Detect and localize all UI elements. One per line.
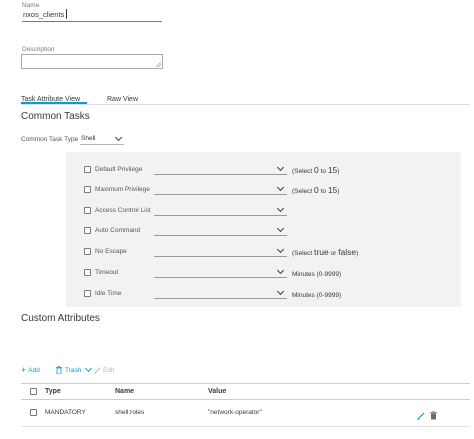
task-hint: (Select 0 to 15) — [292, 185, 339, 195]
plus-icon: + — [21, 364, 27, 375]
edit-label: Edit — [103, 366, 115, 374]
hint-part: (Select — [292, 168, 315, 175]
table-bottom-border — [21, 426, 470, 427]
name-value: nxos_clients — [23, 10, 65, 19]
hint-part: to — [318, 188, 328, 195]
trash-label: Trash — [65, 366, 82, 374]
name-label: Name — [22, 2, 40, 9]
row-name: shell:roles — [115, 409, 145, 416]
trash-button[interactable]: Trash — [56, 364, 93, 375]
common-tasks-heading: Common Tasks — [21, 111, 90, 122]
pencil-icon — [94, 367, 101, 374]
task-value-select[interactable] — [154, 224, 287, 236]
tab-label: Raw View — [107, 96, 138, 103]
trash-icon[interactable] — [430, 411, 437, 420]
chevron-down-icon — [276, 224, 285, 233]
hint-part: ) — [337, 168, 340, 175]
task-checkbox[interactable] — [84, 207, 91, 214]
resize-handle-icon[interactable] — [156, 62, 161, 67]
text-cursor — [66, 9, 67, 19]
hint-part: 15 — [327, 165, 338, 175]
tab-raw-view[interactable]: Raw View — [107, 88, 138, 104]
chevron-down-icon — [276, 204, 285, 213]
description-textarea[interactable] — [21, 54, 163, 69]
task-label: Idle Time — [95, 290, 122, 297]
task-value-select[interactable] — [154, 287, 287, 299]
add-button[interactable]: + Add — [21, 365, 40, 375]
task-value-select[interactable] — [154, 204, 287, 216]
task-checkbox[interactable] — [84, 166, 91, 173]
task-value-select[interactable] — [154, 183, 287, 195]
select-all-checkbox[interactable] — [30, 388, 37, 395]
task-checkbox[interactable] — [84, 290, 91, 297]
chevron-down-icon — [114, 133, 123, 142]
task-checkbox[interactable] — [84, 186, 91, 193]
hint-part: ) — [356, 250, 359, 257]
task-label: Access Control List — [95, 207, 151, 214]
task-checkbox[interactable] — [84, 269, 91, 276]
tabs-divider — [21, 104, 470, 105]
custom-attributes-heading: Custom Attributes — [21, 313, 100, 324]
table-row[interactable]: MANDATORY shell:roles "network-operator" — [21, 400, 470, 427]
trash-icon — [56, 366, 62, 374]
hint-part: to — [318, 168, 328, 175]
common-task-row: No Escape (Select true or false) — [84, 245, 454, 259]
task-value-select[interactable] — [154, 163, 287, 175]
task-checkbox[interactable] — [84, 227, 91, 234]
row-checkbox[interactable] — [30, 409, 37, 416]
row-type: MANDATORY — [45, 409, 86, 416]
hint-part: or — [328, 250, 339, 257]
task-value-select[interactable] — [154, 245, 287, 257]
active-tab-indicator — [21, 102, 87, 104]
hint-part: ) — [337, 188, 340, 195]
description-label: Description — [22, 46, 55, 53]
chevron-down-icon — [276, 266, 285, 275]
task-hint: (Select true or false) — [292, 247, 358, 257]
hint-part: 15 — [327, 185, 338, 195]
hint-part: (Select — [292, 188, 315, 195]
hint-part: (Select — [292, 250, 315, 257]
common-task-type-value: Shell — [81, 135, 96, 142]
edit-button[interactable]: Edit — [94, 365, 114, 375]
column-header-value: Value — [208, 388, 227, 395]
chevron-down-icon — [276, 163, 285, 172]
task-hint: Minutes (0-9999) — [292, 268, 341, 278]
task-hint: (Select 0 to 15) — [292, 165, 339, 175]
task-label: Timeout — [95, 269, 119, 276]
common-task-type-label: Common Task Type — [21, 136, 79, 143]
chevron-down-icon — [85, 364, 93, 373]
common-task-row: Idle Time Minutes (0-9999) — [84, 287, 454, 301]
column-header-type: Type — [45, 388, 61, 395]
common-task-row: Auto Command — [84, 224, 454, 238]
task-label: No Escape — [95, 248, 127, 255]
table-header: Type Name Value — [21, 384, 470, 400]
chevron-down-icon — [276, 183, 285, 192]
add-label: Add — [28, 366, 40, 374]
task-label: Maximum Privilege — [95, 186, 150, 193]
hint-part: Minutes (0-9999) — [292, 271, 342, 278]
chevron-down-icon — [276, 245, 285, 254]
chevron-down-icon — [276, 287, 285, 296]
common-task-row: Maximum Privilege (Select 0 to 15) — [84, 183, 454, 197]
task-value-select[interactable] — [154, 266, 287, 278]
task-checkbox[interactable] — [84, 248, 91, 255]
task-label: Default Privilege — [95, 166, 143, 173]
common-task-row: Default Privilege (Select 0 to 15) — [84, 163, 454, 177]
common-task-type-select[interactable]: Shell — [80, 133, 124, 145]
name-field[interactable]: nxos_clients — [22, 9, 162, 22]
row-value: "network-operator" — [208, 409, 262, 416]
pencil-icon[interactable] — [417, 412, 425, 420]
hint-part: true — [314, 247, 329, 257]
common-task-row: Timeout Minutes (0-9999) — [84, 266, 454, 280]
task-hint: Minutes (0-9999) — [292, 289, 341, 299]
hint-part: false — [338, 247, 357, 257]
task-label: Auto Command — [95, 227, 141, 234]
common-task-row: Access Control List — [84, 204, 454, 218]
hint-part: Minutes (0-9999) — [292, 292, 342, 299]
column-header-name: Name — [115, 388, 135, 395]
